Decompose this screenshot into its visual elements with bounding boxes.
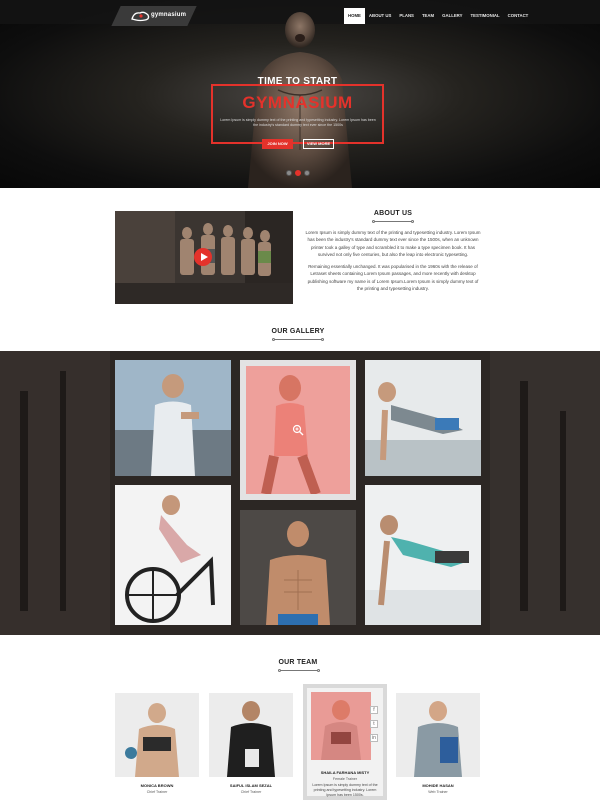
gallery-photo[interactable] [115, 360, 231, 476]
about-paragraph-2: Remaining essentially unchanged. It was … [307, 264, 479, 292]
slider-dots [286, 170, 310, 176]
team-title: OUR TEAM [278, 659, 318, 666]
hero-banner: gymnasium HOME ABOUT US PLANS TEAM GALLE… [0, 0, 600, 188]
main-nav: HOME ABOUT US PLANS TEAM GALLERY TESTIMO… [344, 8, 532, 24]
team-member-role: Female Trainer [332, 777, 358, 781]
about-paragraph-1: Lorem Ipsum is simply dummy text of the … [305, 230, 481, 257]
team-photo-frame [311, 692, 371, 760]
facebook-icon[interactable]: f [370, 706, 378, 714]
team-member-role: Web Trainer [428, 790, 448, 794]
man-with-phone-image [115, 360, 231, 476]
gallery-title: OUR GALLERY [271, 328, 325, 335]
about-title: ABOUT US [373, 210, 413, 217]
linkedin-icon[interactable]: in [370, 734, 378, 742]
woman-plank-image [365, 485, 481, 625]
about-divider [372, 220, 414, 223]
team-member-role: Chief Trainer [146, 790, 168, 794]
join-now-button[interactable]: JOIN NOW [262, 139, 293, 149]
nav-home[interactable]: HOME [344, 8, 365, 24]
team-member-name: SHAILA FARHANA MISTY [320, 770, 370, 775]
team-card[interactable] [115, 693, 199, 777]
slider-dot-active[interactable] [295, 170, 301, 176]
muscle-arm-icon [131, 11, 150, 22]
gallery-photo-hover[interactable] [240, 360, 356, 500]
man-pushup-image [365, 360, 481, 476]
twitter-icon[interactable]: t [370, 720, 378, 728]
slider-dot[interactable] [304, 170, 310, 176]
woman-air-bike-image [115, 485, 231, 625]
team-member-name: MOHIDE HASAN [422, 783, 454, 788]
hover-overlay [311, 692, 371, 760]
nav-about[interactable]: ABOUT US [365, 8, 395, 24]
nav-contact[interactable]: CONTACT [504, 8, 533, 24]
hero-subtitle: TIME TO START [257, 76, 338, 87]
view-more-button[interactable]: VIEW MORE [303, 139, 334, 149]
nav-gallery[interactable]: GALLERY [438, 8, 466, 24]
gallery-photo[interactable] [240, 510, 356, 625]
team-photo-mohide [396, 693, 480, 777]
about-video-thumbnail[interactable] [115, 211, 293, 304]
about-text: Lorem Ipsum is simply dummy text of the … [305, 229, 481, 292]
zoom-icon[interactable] [292, 424, 304, 436]
gallery-photo[interactable] [365, 485, 481, 625]
nav-team[interactable]: TEAM [418, 8, 438, 24]
hero-title: GYMNASIUM [242, 93, 353, 112]
gallery-photo[interactable] [115, 485, 231, 625]
man-shirtless-image [240, 510, 356, 625]
team-member-name: SAIFUL ISLAM SEZAL [229, 783, 273, 788]
slider-dot[interactable] [286, 170, 292, 176]
play-icon [201, 253, 208, 261]
team-divider [278, 669, 320, 672]
nav-plans[interactable]: PLANS [395, 8, 418, 24]
gallery-divider [272, 338, 324, 341]
team-member-bio: Lorem Ipsum is simply dummy text of the … [312, 783, 378, 798]
gallery-section [0, 351, 600, 635]
gallery-photo[interactable] [365, 360, 481, 476]
logo-text: gymnasium [151, 12, 187, 18]
team-card[interactable] [209, 693, 293, 777]
hero-description: Lorem Ipsum is simply dummy text of the … [220, 118, 376, 127]
team-photo-saiful [209, 693, 293, 777]
team-member-role: Chief Trainer [240, 790, 262, 794]
team-member-name: MONICA BROWN [140, 783, 174, 788]
team-card[interactable] [396, 693, 480, 777]
nav-testimonial[interactable]: TESTIMONIAL [467, 8, 504, 24]
brand-logo[interactable]: gymnasium [111, 6, 197, 26]
team-photo-monica [115, 693, 199, 777]
